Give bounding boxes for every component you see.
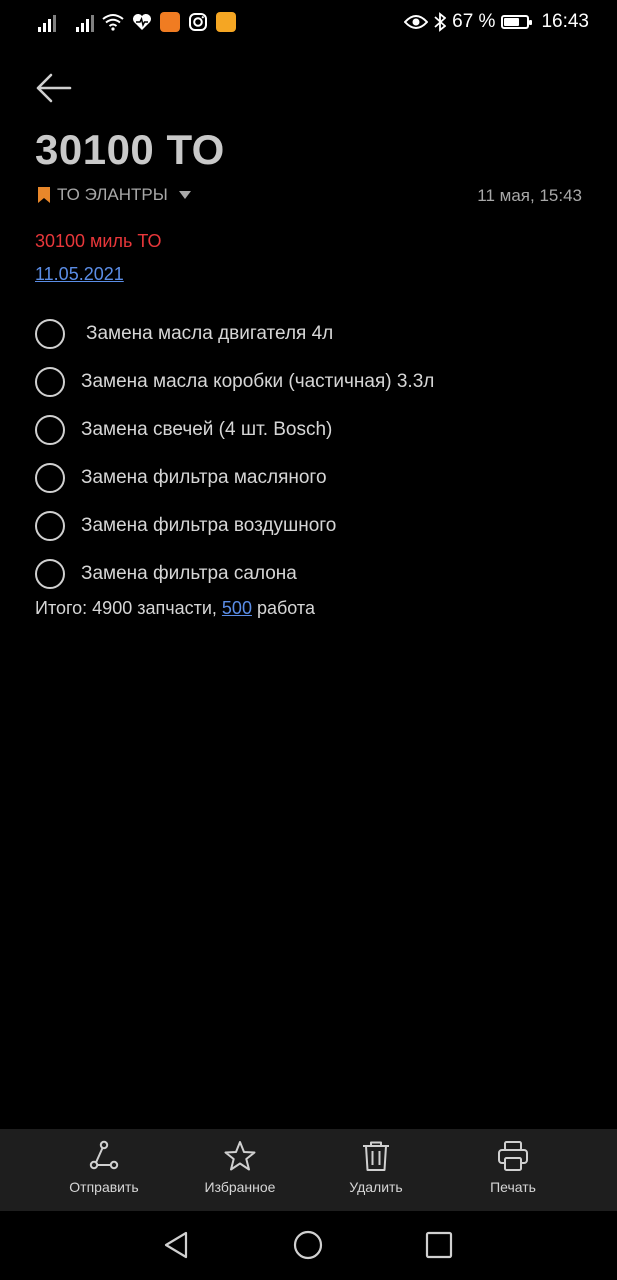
checklist-item-label: Замена фильтра воздушного (81, 515, 337, 536)
total-number-link[interactable]: 500 (222, 598, 252, 618)
print-button[interactable]: Печать (453, 1139, 573, 1195)
checklist-item[interactable]: Замена фильтра салона (35, 550, 595, 598)
nav-home-icon[interactable] (291, 1228, 325, 1262)
checkbox-circle[interactable] (35, 367, 65, 397)
wifi-icon (102, 14, 124, 31)
send-label: Отправить (69, 1179, 139, 1195)
favorite-label: Избранное (204, 1179, 276, 1195)
battery-percent: 67 % (452, 11, 496, 32)
back-arrow-icon[interactable] (34, 70, 74, 106)
checkbox-circle[interactable] (35, 319, 65, 349)
checklist-item[interactable]: Замена фильтра воздушного (35, 502, 595, 550)
checklist-item[interactable]: Замена масла двигателя 4л (35, 310, 595, 358)
eye-icon (404, 15, 429, 29)
printer-icon (498, 1141, 528, 1171)
signal-icon-2 (76, 12, 94, 32)
notebook-name: ТО ЭЛАНТРЫ (57, 185, 168, 204)
send-button[interactable]: Отправить (44, 1139, 164, 1195)
date-link[interactable]: 11.05.2021 (35, 264, 124, 285)
checklist: Замена масла двигателя 4л Замена масла к… (35, 310, 595, 598)
bookmark-icon (38, 187, 50, 203)
checklist-item[interactable]: Замена свечей (4 шт. Bosch) (35, 406, 595, 454)
share-icon (89, 1140, 119, 1170)
status-bar: 67 % 16:43 (0, 0, 617, 46)
note-title: 30100 ТО (35, 126, 225, 173)
app-notification-icon (160, 12, 180, 32)
signal-icon (38, 12, 56, 32)
nav-back-icon[interactable] (159, 1228, 193, 1262)
total-prefix: Итого: 4900 запчасти, (35, 598, 222, 618)
checklist-item-label: Замена фильтра масляного (81, 467, 327, 488)
star-icon (224, 1141, 256, 1171)
instagram-icon (189, 13, 207, 31)
total-suffix: работа (251, 598, 315, 618)
delete-button[interactable]: Удалить (316, 1139, 436, 1195)
checkbox-circle[interactable] (35, 415, 65, 445)
checklist-item-label: Замена масла коробки (частичная) 3.3л (81, 371, 435, 392)
total-line: Итого: 4900 запчасти, 500 работа (35, 598, 315, 619)
checkbox-circle[interactable] (35, 463, 65, 493)
health-heart-icon (133, 14, 151, 30)
nav-recents-icon[interactable] (422, 1228, 456, 1262)
checkbox-circle[interactable] (35, 511, 65, 541)
checklist-item[interactable]: Замена масла коробки (частичная) 3.3л (35, 358, 595, 406)
bottom-toolbar: Отправить Избранное Удалить Печать (0, 1129, 617, 1211)
highlight-text: 30100 миль ТО (35, 231, 162, 251)
checklist-item-label: Замена фильтра салона (81, 563, 297, 584)
notebook-selector[interactable]: ТО ЭЛАНТРЫ (37, 185, 192, 205)
print-label: Печать (490, 1179, 536, 1195)
favorite-button[interactable]: Избранное (180, 1139, 300, 1195)
trash-icon (363, 1141, 389, 1171)
battery-icon (501, 15, 533, 29)
delete-label: Удалить (349, 1179, 403, 1195)
bluetooth-icon (434, 12, 447, 32)
checkbox-circle[interactable] (35, 559, 65, 589)
dropdown-triangle-icon (178, 191, 191, 199)
checklist-item-label: Замена масла двигателя 4л (86, 323, 334, 344)
aliexpress-icon (216, 12, 236, 32)
note-date: 11 мая, 15:43 (477, 186, 582, 205)
checklist-item-label: Замена свечей (4 шт. Bosch) (81, 419, 333, 440)
checklist-item[interactable]: Замена фильтра масляного (35, 454, 595, 502)
system-navigation-bar (0, 1211, 617, 1280)
clock: 16:43 (541, 11, 589, 32)
